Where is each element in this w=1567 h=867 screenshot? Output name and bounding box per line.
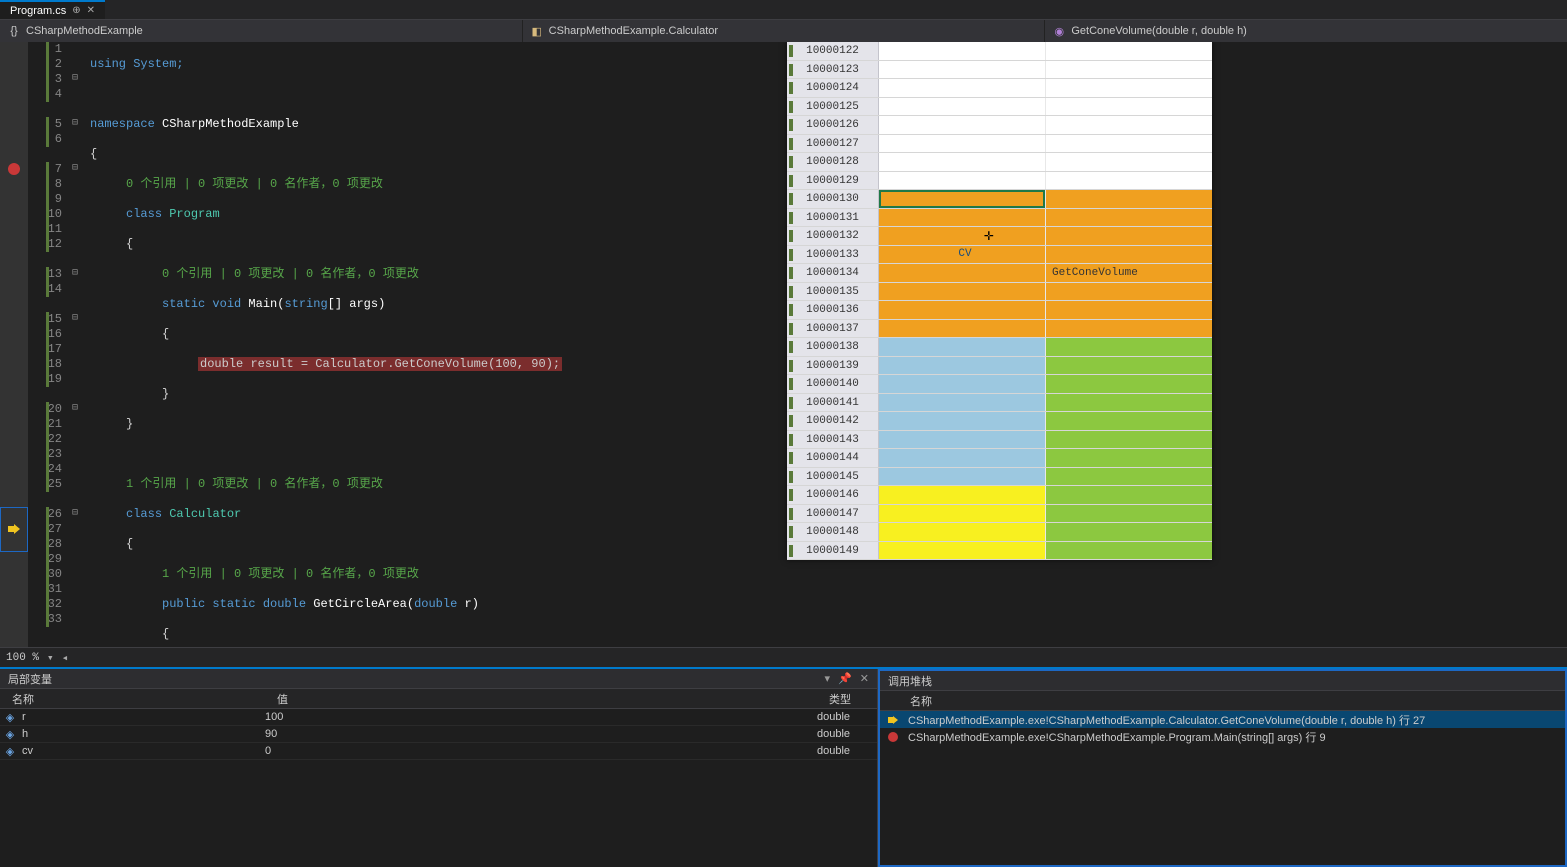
sheet-row[interactable]: 10000141 bbox=[787, 394, 1212, 413]
namespace-icon: {} bbox=[8, 25, 20, 37]
sheet-row[interactable]: 10000129 bbox=[787, 172, 1212, 191]
locals-headers: 名称 值 类型 bbox=[0, 689, 877, 709]
locals-title: 局部变量 bbox=[8, 671, 52, 687]
locals-panel: 局部变量 ▾ 📌 ✕ 名称 值 类型 ◈r100double◈h90double… bbox=[0, 669, 878, 867]
sheet-row[interactable]: 10000148 bbox=[787, 523, 1212, 542]
locals-row[interactable]: ◈r100double bbox=[0, 709, 877, 726]
callstack-text: CSharpMethodExample.exe!CSharpMethodExam… bbox=[908, 712, 1425, 728]
close-icon[interactable]: ✕ bbox=[87, 5, 95, 16]
sheet-row[interactable]: 10000145 bbox=[787, 468, 1212, 487]
callstack-row[interactable]: CSharpMethodExample.exe!CSharpMethodExam… bbox=[880, 711, 1565, 728]
nav-method[interactable]: ◉ GetConeVolume(double r, double h) bbox=[1045, 20, 1567, 42]
sheet-row[interactable]: 10000149 bbox=[787, 542, 1212, 561]
pin-icon[interactable]: ⊕ bbox=[72, 5, 80, 16]
breakpoint-icon bbox=[886, 732, 900, 742]
nav-class[interactable]: ◧ CSharpMethodExample.Calculator bbox=[523, 20, 1046, 42]
sheet-row[interactable]: 10000126 bbox=[787, 116, 1212, 135]
callstack-header[interactable]: 名称 bbox=[880, 691, 1565, 711]
callstack-text: CSharpMethodExample.exe!CSharpMethodExam… bbox=[908, 729, 1326, 745]
sheet-row[interactable]: 10000140 bbox=[787, 375, 1212, 394]
sheet-row[interactable]: 10000142 bbox=[787, 412, 1212, 431]
header-type[interactable]: 类型 bbox=[817, 689, 877, 708]
cursor-icon: ✛ bbox=[984, 225, 994, 245]
nav-bar: {} CSharpMethodExample ◧ CSharpMethodExa… bbox=[0, 20, 1567, 42]
sheet-row[interactable]: 10000136 bbox=[787, 301, 1212, 320]
callstack-title-bar[interactable]: 调用堆栈 bbox=[880, 671, 1565, 691]
breakpoint-icon[interactable] bbox=[8, 163, 20, 175]
sheet-row[interactable]: 10000138 bbox=[787, 338, 1212, 357]
method-icon: ◉ bbox=[1053, 25, 1065, 37]
sheet-row[interactable]: 10000135 bbox=[787, 283, 1212, 302]
sheet-row[interactable]: 10000132✛ bbox=[787, 227, 1212, 246]
nav-namespace[interactable]: {} CSharpMethodExample bbox=[0, 20, 523, 42]
header-name[interactable]: 名称 bbox=[0, 689, 265, 708]
callstack-rows: CSharpMethodExample.exe!CSharpMethodExam… bbox=[880, 711, 1565, 865]
header-value[interactable]: 值 bbox=[265, 689, 817, 708]
code-editor[interactable]: 1234567891011121314151617181920212223242… bbox=[0, 42, 1567, 647]
overlay-spreadsheet[interactable]: 1000012210000123100001241000012510000126… bbox=[787, 42, 1212, 560]
variable-icon: ◈ bbox=[0, 711, 20, 724]
locals-title-bar[interactable]: 局部变量 ▾ 📌 ✕ bbox=[0, 669, 877, 689]
nav-class-label: CSharpMethodExample.Calculator bbox=[549, 25, 718, 37]
sheet-row[interactable]: 10000125 bbox=[787, 98, 1212, 117]
close-icon[interactable]: ✕ bbox=[860, 672, 869, 685]
locals-rows: ◈r100double◈h90double◈cv0double bbox=[0, 709, 877, 867]
file-tab[interactable]: Program.cs ⊕ ✕ bbox=[0, 0, 105, 19]
sheet-row[interactable]: 10000133CV bbox=[787, 246, 1212, 265]
variable-icon: ◈ bbox=[0, 745, 20, 758]
tab-strip: Program.cs ⊕ ✕ bbox=[0, 0, 1567, 20]
sheet-row[interactable]: 10000122 bbox=[787, 42, 1212, 61]
sheet-row[interactable]: 10000127 bbox=[787, 135, 1212, 154]
sheet-row[interactable]: 10000130 bbox=[787, 190, 1212, 209]
dropdown-icon[interactable]: ▾ bbox=[825, 672, 831, 685]
chevron-left-icon[interactable]: ◂ bbox=[62, 651, 69, 665]
callstack-row[interactable]: CSharpMethodExample.exe!CSharpMethodExam… bbox=[880, 728, 1565, 745]
sheet-row[interactable]: 10000123 bbox=[787, 61, 1212, 80]
pin-icon[interactable]: 📌 bbox=[838, 672, 852, 685]
sheet-row[interactable]: 10000134GetConeVolume bbox=[787, 264, 1212, 283]
sheet-row[interactable]: 10000139 bbox=[787, 357, 1212, 376]
locals-row[interactable]: ◈h90double bbox=[0, 726, 877, 743]
chevron-down-icon[interactable]: ▾ bbox=[47, 651, 54, 665]
sheet-row[interactable]: 10000143 bbox=[787, 431, 1212, 450]
sheet-row[interactable]: 10000137 bbox=[787, 320, 1212, 339]
sheet-row[interactable]: 10000128 bbox=[787, 153, 1212, 172]
class-icon: ◧ bbox=[531, 25, 543, 37]
sheet-row[interactable]: 10000146 bbox=[787, 486, 1212, 505]
sheet-row[interactable]: 10000147 bbox=[787, 505, 1212, 524]
sheet-row[interactable]: 10000131 bbox=[787, 209, 1212, 228]
locals-row[interactable]: ◈cv0double bbox=[0, 743, 877, 760]
bottom-panels: 局部变量 ▾ 📌 ✕ 名称 值 类型 ◈r100double◈h90double… bbox=[0, 667, 1567, 867]
nav-namespace-label: CSharpMethodExample bbox=[26, 25, 143, 37]
fold-gutter[interactable]: ⊟⊟⊟⊟⊟⊟⊟ bbox=[68, 42, 90, 647]
nav-method-label: GetConeVolume(double r, double h) bbox=[1071, 25, 1247, 37]
variable-icon: ◈ bbox=[0, 728, 20, 741]
breakpoint-gutter[interactable] bbox=[0, 42, 28, 647]
sheet-row[interactable]: 10000144 bbox=[787, 449, 1212, 468]
zoom-level[interactable]: 100 % bbox=[6, 652, 39, 664]
sheet-row[interactable]: 10000124 bbox=[787, 79, 1212, 98]
zoom-bar: 100 % ▾ ◂ bbox=[0, 647, 1567, 667]
callstack-title: 调用堆栈 bbox=[888, 673, 932, 689]
current-frame-icon bbox=[886, 716, 900, 724]
current-arrow-icon bbox=[7, 522, 21, 536]
current-line-marker bbox=[0, 507, 28, 552]
callstack-panel: 调用堆栈 名称 CSharpMethodExample.exe!CSharpMe… bbox=[878, 669, 1567, 867]
tab-label: Program.cs bbox=[10, 5, 66, 17]
